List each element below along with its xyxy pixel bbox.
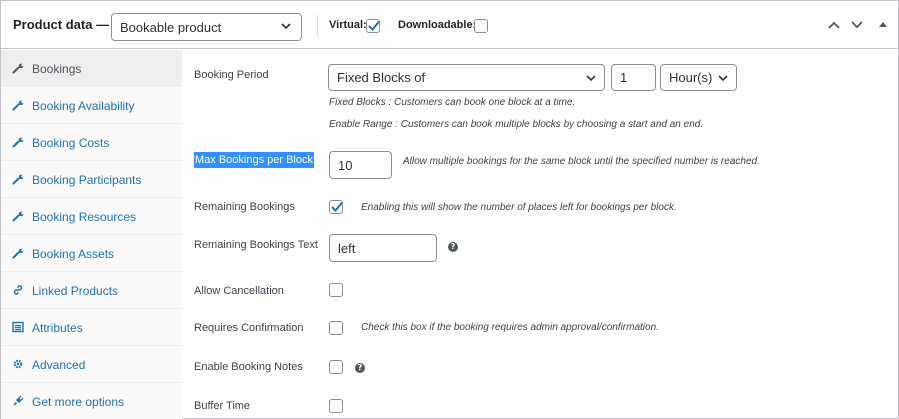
tab-label: Attributes xyxy=(32,321,83,335)
collapse-toggle-icon[interactable] xyxy=(878,19,888,31)
wrench-icon xyxy=(12,100,24,111)
wrench-icon xyxy=(12,63,24,74)
tab-get-more-options[interactable]: Get more options xyxy=(1,383,182,419)
max-bookings-value: 10 xyxy=(338,158,353,173)
gear-icon xyxy=(13,359,23,369)
product-type-select[interactable]: Bookable product xyxy=(111,13,302,41)
booking-duration-value: 1 xyxy=(620,70,628,85)
tab-booking-availability[interactable]: Booking Availability xyxy=(1,87,182,124)
tab-label: Booking Availability xyxy=(32,99,135,113)
allow-cancellation-label: Allow Cancellation xyxy=(194,285,284,297)
tab-booking-resources[interactable]: Booking Resources xyxy=(1,198,182,235)
buffer-time-label: Buffer Time xyxy=(194,400,251,412)
booking-unit-select[interactable]: Hour(s) xyxy=(660,64,737,91)
downloadable-label: Downloadable: xyxy=(398,19,477,31)
tab-booking-assets[interactable]: Booking Assets xyxy=(1,235,182,272)
tab-bookings[interactable]: Bookings xyxy=(1,50,182,87)
tab-label: Advanced xyxy=(32,358,86,372)
tab-label: Booking Resources xyxy=(32,210,137,224)
product-data-panel: Product data — Bookable product Virtual:… xyxy=(0,0,899,419)
help-tip-icon[interactable]: ? xyxy=(355,363,365,373)
list-icon xyxy=(12,321,24,333)
max-bookings-label: Max Bookings per Block xyxy=(194,152,314,168)
allow-cancellation-checkbox[interactable] xyxy=(329,283,343,297)
wrench-icon xyxy=(12,137,24,148)
booking-duration-input[interactable]: 1 xyxy=(611,64,656,91)
tab-linked-products[interactable]: Linked Products xyxy=(1,272,182,309)
wrench-icon xyxy=(12,211,24,222)
booking-period-value: Fixed Blocks of xyxy=(337,70,426,85)
downloadable-checkbox[interactable] xyxy=(474,19,488,33)
booking-period-label: Booking Period xyxy=(194,69,269,81)
bookings-options-panel: Booking Period Fixed Blocks of 1 Hour(s)… xyxy=(183,50,898,419)
requires-confirmation-desc: Check this box if the booking requires a… xyxy=(361,322,659,333)
wrench-icon xyxy=(12,248,24,259)
checkmark-icon xyxy=(368,20,380,31)
help-tip-icon[interactable]: ? xyxy=(448,242,458,252)
product-data-title: Product data — xyxy=(13,17,110,32)
virtual-label: Virtual: xyxy=(329,19,367,31)
remaining-bookings-desc: Enabling this will show the number of pl… xyxy=(361,202,677,213)
tab-label: Booking Assets xyxy=(32,247,115,261)
tab-label: Bookings xyxy=(32,62,82,76)
virtual-checkbox[interactable] xyxy=(366,19,380,33)
link-icon xyxy=(13,285,23,295)
checkmark-icon xyxy=(331,201,343,212)
remaining-text-input[interactable]: left xyxy=(329,234,437,262)
remaining-text-label: Remaining Bookings Text xyxy=(194,239,318,251)
requires-confirmation-label: Requires Confirmation xyxy=(194,322,304,334)
remaining-bookings-label: Remaining Bookings xyxy=(194,201,295,213)
tab-booking-participants[interactable]: Booking Participants xyxy=(1,161,182,198)
product-type-value: Bookable product xyxy=(120,20,222,35)
buffer-time-checkbox[interactable] xyxy=(329,399,343,413)
chevron-down-icon xyxy=(281,23,291,30)
max-bookings-desc: Allow multiple bookings for the same blo… xyxy=(403,156,760,167)
chevron-down-icon xyxy=(586,75,596,82)
tab-label: Get more options xyxy=(32,395,125,409)
chevron-down-icon xyxy=(718,75,728,82)
requires-confirmation-checkbox[interactable] xyxy=(329,321,343,335)
max-bookings-input[interactable]: 10 xyxy=(329,151,392,179)
tab-label: Booking Participants xyxy=(32,173,142,187)
enable-notes-checkbox[interactable] xyxy=(329,360,343,374)
wrench-icon xyxy=(12,174,24,185)
tab-advanced[interactable]: Advanced xyxy=(1,346,182,383)
header-divider xyxy=(317,15,318,37)
tab-label: Linked Products xyxy=(32,284,119,298)
move-down-icon[interactable] xyxy=(850,19,864,31)
product-data-header: Product data — Bookable product Virtual:… xyxy=(1,1,898,49)
enable-notes-label: Enable Booking Notes xyxy=(194,361,303,373)
booking-unit-value: Hour(s) xyxy=(669,70,713,85)
tab-booking-costs[interactable]: Booking Costs xyxy=(1,124,182,161)
plugin-icon xyxy=(13,395,24,406)
move-up-icon[interactable] xyxy=(827,19,841,31)
booking-period-desc-fixed: Fixed Blocks : Customers can book one bl… xyxy=(329,97,576,108)
tab-attributes[interactable]: Attributes xyxy=(1,309,182,346)
booking-period-desc-range: Enable Range : Customers can book multip… xyxy=(329,119,704,130)
product-data-tabs: Bookings Booking Availability Booking Co… xyxy=(1,50,182,419)
booking-period-select[interactable]: Fixed Blocks of xyxy=(328,64,605,91)
tab-label: Booking Costs xyxy=(32,136,110,150)
remaining-text-value: left xyxy=(338,241,356,256)
remaining-bookings-checkbox[interactable] xyxy=(329,200,343,214)
